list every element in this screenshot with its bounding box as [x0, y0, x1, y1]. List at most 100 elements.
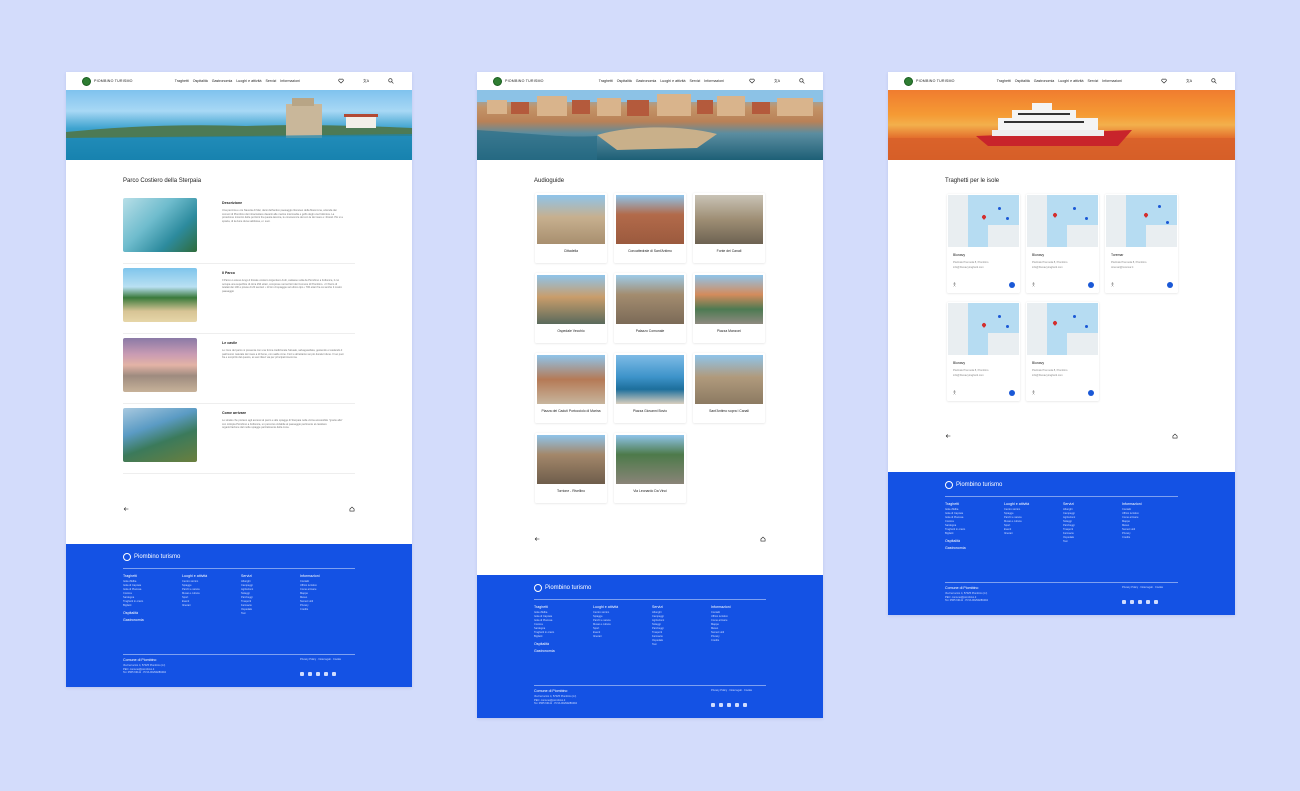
site-logo[interactable]: PIOMBINO TURISMO [82, 76, 133, 86]
footer-link[interactable]: Taxi [652, 643, 706, 647]
nav-gastronomia[interactable]: Gastronomia [1034, 79, 1055, 83]
heart-icon[interactable] [1161, 78, 1167, 84]
cookie-link[interactable]: Cookie [1155, 586, 1163, 589]
home-icon[interactable] [760, 536, 766, 542]
mail-icon[interactable] [1154, 600, 1158, 604]
directions-button[interactable] [1088, 282, 1094, 288]
heart-icon[interactable] [749, 78, 755, 84]
ferry-map[interactable] [948, 195, 1019, 247]
nav-ospitalita[interactable]: Ospitalità [193, 79, 208, 83]
ferry-email[interactable]: info@blunavytraghetti.com [1032, 266, 1063, 269]
nav-informazioni[interactable]: Informazioni [704, 79, 724, 83]
audioguide-card[interactable]: Cittadella [535, 193, 607, 263]
audioguide-card[interactable]: Ospedale Vecchio [535, 273, 607, 343]
footer-brand[interactable]: Piombino turismo [945, 481, 1002, 489]
language-icon[interactable]: 文A [774, 78, 780, 84]
ferry-map[interactable] [1027, 195, 1098, 247]
ferry-map[interactable] [1027, 303, 1098, 355]
audioguide-card[interactable]: Sant'Antimo sopra i Canali [693, 353, 765, 423]
nav-ospitalita[interactable]: Ospitalità [1015, 79, 1030, 83]
instagram-icon[interactable] [316, 672, 320, 676]
mail-icon[interactable] [743, 703, 747, 707]
nav-informazioni[interactable]: Informazioni [280, 79, 300, 83]
nav-informazioni[interactable]: Informazioni [1102, 79, 1122, 83]
directions-button[interactable] [1009, 390, 1015, 396]
nav-luoghi[interactable]: Luoghi e attività [660, 79, 685, 83]
ferry-email[interactable]: info@blunavytraghetti.com [1032, 374, 1063, 377]
footer-link[interactable]: Biglietti [534, 635, 588, 639]
arrow-left-icon[interactable] [123, 506, 129, 512]
search-icon[interactable] [1211, 78, 1217, 84]
ferry-email[interactable]: info@blunavytraghetti.com [953, 266, 984, 269]
footer-link[interactable]: Credits [711, 639, 765, 643]
footer-link[interactable]: Itinerari [593, 635, 647, 639]
mail-icon[interactable] [332, 672, 336, 676]
youtube-icon[interactable] [1130, 600, 1134, 604]
instagram-icon[interactable] [727, 703, 731, 707]
directions-button[interactable] [1167, 282, 1173, 288]
footer-link[interactable]: Credits [300, 608, 354, 612]
ferry-email[interactable]: toremar@toremar.it [1111, 266, 1133, 269]
ferry-card[interactable]: Blunavy Piazzale Premuda 8, Piombino inf… [1026, 302, 1099, 401]
footer-link-ospitalita[interactable]: Ospitalità [945, 539, 999, 543]
privacy-link[interactable]: Privacy Policy [1122, 586, 1138, 589]
audioguide-card[interactable]: Piazza dei Caduti Portocciolo di Marina [535, 353, 607, 423]
footer-link-gastronomia[interactable]: Gastronomia [534, 649, 588, 653]
facebook-icon[interactable] [300, 672, 304, 676]
footer-brand[interactable]: Piombino turismo [534, 584, 591, 592]
footer-link[interactable]: Taxi [241, 612, 295, 616]
nav-luoghi[interactable]: Luoghi e attività [1058, 79, 1083, 83]
site-logo[interactable]: PIOMBINO TURISMO [904, 76, 955, 86]
legal-notes-link[interactable]: Note legali [318, 658, 330, 661]
legal-notes-link[interactable]: Note legali [1140, 586, 1152, 589]
facebook-icon[interactable] [1122, 600, 1126, 604]
site-logo[interactable]: PIOMBINO TURISMO [493, 76, 544, 86]
search-icon[interactable] [799, 78, 805, 84]
footer-link-gastronomia[interactable]: Gastronomia [123, 618, 177, 622]
heart-icon[interactable] [338, 78, 344, 84]
audioguide-card[interactable]: Fonte dei Canali [693, 193, 765, 263]
twitter-icon[interactable] [324, 672, 328, 676]
directions-button[interactable] [1088, 390, 1094, 396]
language-icon[interactable]: 文A [1186, 78, 1192, 84]
footer-link[interactable]: Itinerari [182, 604, 236, 608]
home-icon[interactable] [1172, 433, 1178, 439]
ferry-map[interactable] [948, 303, 1019, 355]
footer-link-ospitalita[interactable]: Ospitalità [534, 642, 588, 646]
arrow-left-icon[interactable] [534, 536, 540, 542]
nav-luoghi[interactable]: Luoghi e attività [236, 79, 261, 83]
footer-brand[interactable]: Piombino turismo [123, 553, 180, 561]
ferry-card[interactable]: Toremar Piazzale Premuda 8, Piombino tor… [1105, 194, 1178, 293]
footer-link[interactable]: Biglietti [123, 604, 177, 608]
twitter-icon[interactable] [735, 703, 739, 707]
ferry-card[interactable]: Blunavy Piazzale Premuda 8, Piombino inf… [947, 194, 1020, 293]
directions-button[interactable] [1009, 282, 1015, 288]
footer-link-gastronomia[interactable]: Gastronomia [945, 546, 999, 550]
nav-traghetti[interactable]: Traghetti [599, 79, 613, 83]
language-icon[interactable]: 文A [363, 78, 369, 84]
ferry-email[interactable]: info@blunavytraghetti.com [953, 374, 984, 377]
instagram-icon[interactable] [1138, 600, 1142, 604]
nav-servizi[interactable]: Servizi [690, 79, 701, 83]
cookie-link[interactable]: Cookie [744, 689, 752, 692]
nav-servizi[interactable]: Servizi [1088, 79, 1099, 83]
audioguide-card[interactable]: Piazza Manzoni [693, 273, 765, 343]
privacy-link[interactable]: Privacy Policy [300, 658, 316, 661]
arrow-left-icon[interactable] [945, 433, 951, 439]
audioguide-card[interactable]: Concattedrale di Sant'Antimo [614, 193, 686, 263]
audioguide-card[interactable]: Piazza Giovanni Bovio [614, 353, 686, 423]
audioguide-card[interactable]: Palazzo Comunale [614, 273, 686, 343]
youtube-icon[interactable] [308, 672, 312, 676]
home-icon[interactable] [349, 506, 355, 512]
nav-ospitalita[interactable]: Ospitalità [617, 79, 632, 83]
search-icon[interactable] [388, 78, 394, 84]
legal-notes-link[interactable]: Note legali [729, 689, 741, 692]
nav-traghetti[interactable]: Traghetti [997, 79, 1011, 83]
footer-link-ospitalita[interactable]: Ospitalità [123, 611, 177, 615]
footer-link[interactable]: Taxi [1063, 540, 1117, 544]
ferry-card[interactable]: Blunavy Piazzale Premuda 8, Piombino inf… [1026, 194, 1099, 293]
nav-traghetti[interactable]: Traghetti [175, 79, 189, 83]
footer-link[interactable]: Biglietti [945, 532, 999, 536]
ferry-map[interactable] [1106, 195, 1177, 247]
nav-gastronomia[interactable]: Gastronomia [636, 79, 657, 83]
